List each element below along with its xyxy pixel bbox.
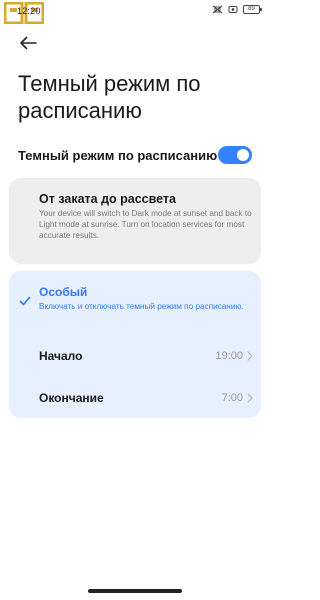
page-title: Темный режим по расписанию (18, 71, 201, 123)
toggle-label: Темный режим по расписанию (18, 147, 218, 163)
end-time-value-group: 7:00 (222, 392, 253, 404)
battery-level: 89 (248, 6, 255, 12)
option-sunset-description: Your device will switch to Dark mode at … (39, 209, 252, 240)
start-time-row[interactable]: Начало 19:00 (39, 344, 253, 368)
checkmark-icon (19, 296, 31, 306)
alarm-icon (228, 6, 238, 13)
end-time-row[interactable]: Окончание 7:00 (39, 386, 253, 410)
start-time-label: Начало (39, 349, 83, 363)
status-bar: 12:20 89 (0, 0, 270, 24)
status-time: 12:20 (17, 6, 41, 16)
chevron-right-icon (247, 393, 253, 403)
end-time-value: 7:00 (221, 392, 243, 404)
home-indicator[interactable] (88, 589, 182, 593)
switch-knob (237, 149, 249, 161)
start-time-value: 19:00 (215, 350, 243, 362)
option-custom[interactable]: Особый Включать и отключать темный режим… (9, 271, 261, 418)
arrow-left-icon (20, 36, 37, 50)
start-time-value-group: 19:00 (215, 350, 253, 362)
battery-icon: 89 (243, 5, 262, 14)
sim-icon (212, 5, 223, 14)
end-time-label: Окончание (39, 391, 104, 405)
option-custom-description: Включать и отключать темный режим по рас… (39, 302, 244, 311)
option-custom-title: Особый (39, 285, 88, 299)
status-icons: 89 (212, 5, 262, 14)
option-sunset-title: От заката до рассвета (39, 192, 176, 206)
option-sunset-to-sunrise[interactable]: От заката до рассвета Your device will s… (9, 178, 261, 264)
dark-mode-schedule-toggle-row[interactable]: Темный режим по расписанию (18, 142, 252, 168)
dark-mode-schedule-switch[interactable] (218, 146, 252, 164)
chevron-right-icon (247, 351, 253, 361)
back-button[interactable] (14, 30, 42, 56)
